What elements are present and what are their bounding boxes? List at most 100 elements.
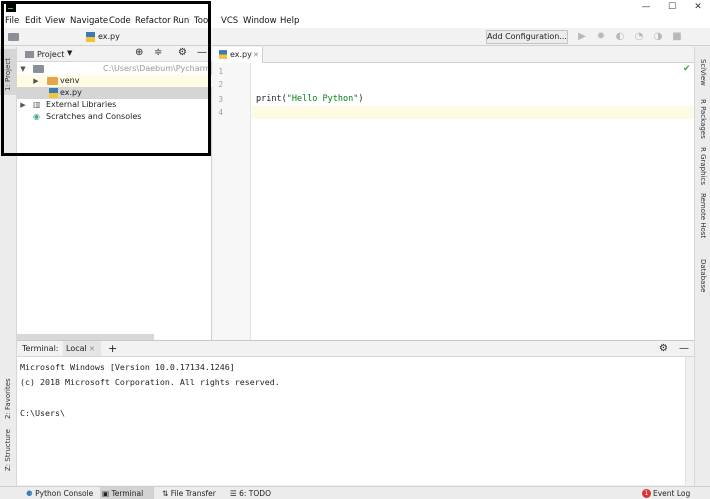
project-view-selector[interactable]: Project [37,49,64,60]
terminal-tab-local[interactable]: Local ✕ [63,341,101,356]
tab-label: ex.py [230,50,252,59]
tool-window-remote-host[interactable]: Remote Host [699,193,707,238]
menu-code[interactable]: Code [109,14,131,28]
breadcrumb-file[interactable]: ex.py [98,31,120,43]
tool-label: Event Log [653,489,691,498]
hide-icon[interactable]: — [197,47,207,58]
folder-icon[interactable] [8,33,19,41]
profile-icon[interactable]: ◔ [633,31,645,43]
tool-window-project-label: 1: Project [4,58,12,91]
tool-window-favorites[interactable]: 2: Favorites [4,378,12,419]
menu-navigate[interactable]: Navigate [70,14,108,28]
tab-ex-py[interactable]: ex.py ✕ [213,47,263,63]
stop-icon[interactable]: ■ [671,31,683,43]
tool-window-project[interactable]: 1: Project [0,49,16,95]
line-number: 4 [218,108,223,117]
add-configuration-button[interactable]: Add Configuration... [486,30,568,44]
tree-row-root[interactable]: ▼ C:\Users\Daebum\Pycharm [17,63,212,75]
collapse-icon[interactable]: ≑ [154,47,162,58]
hide-icon[interactable]: — [679,341,689,356]
transfer-icon: ⇅ [162,489,169,498]
terminal-header: Terminal: Local ✕ + ⚙ — [17,340,694,357]
pycharm-logo-icon [6,2,16,12]
code-paren: ) [358,94,364,104]
project-icon [25,51,34,58]
menu-run[interactable]: Run [173,14,189,28]
project-panel: Project ▼ ⊕ ≑ ⚙ — ▼ C:\Users\Daebum\Pych… [17,47,212,340]
project-root-path: C:\Users\Daebum\Pycharm [103,64,211,73]
gear-icon[interactable]: ⚙ [659,341,668,356]
tool-window-r-packages[interactable]: R Packages [699,99,707,139]
code-editor[interactable]: 1 2 3 4 print("Hello Python") ✔ [213,63,694,340]
terminal-prompt: C:\Users\ [20,408,65,418]
tree-row-venv[interactable]: ▶ venv [17,75,212,87]
editor-tab-bar: ex.py ✕ [213,47,694,63]
python-file-icon [49,88,58,98]
close-tab-icon[interactable]: ✕ [253,49,259,61]
menu-help[interactable]: Help [280,14,299,28]
tool-window-structure[interactable]: Z: Structure [4,429,12,471]
code-line: print("Hello Python") [256,93,364,105]
close-tab-icon[interactable]: ✕ [89,343,95,355]
menu-bar: File Edit View Navigate Code Refactor Ru… [0,14,710,28]
chevron-down-icon[interactable]: ▼ [19,63,27,75]
right-tool-strip: SciView R Packages R Graphics Remote Hos… [694,47,710,486]
tool-label: Terminal [111,489,144,498]
run-icon[interactable]: ▶ [576,31,588,43]
folder-icon [33,65,44,73]
concurrency-icon[interactable]: ◑ [652,31,664,43]
tree-item-label: venv [60,76,80,85]
terminal-line: (c) 2018 Microsoft Corporation. All righ… [20,377,280,387]
menu-refactor[interactable]: Refactor [135,14,171,28]
project-panel-header: Project ▼ ⊕ ≑ ⚙ — [17,47,212,62]
menu-vcs[interactable]: VCS [221,14,238,28]
tool-window-database[interactable]: Database [699,259,707,292]
terminal-output[interactable]: Microsoft Windows [Version 10.0.17134.12… [17,357,685,485]
tool-label: 6: TODO [239,489,271,498]
code-function: print( [256,94,287,104]
terminal-scrollbar[interactable] [685,357,694,485]
terminal-icon: ▣ [102,489,110,498]
tool-todo[interactable]: ☰ 6: TODO [228,487,274,499]
library-icon: ▥ [33,100,41,109]
new-terminal-icon[interactable]: + [108,341,117,356]
line-number: 3 [218,95,223,104]
tree-row-external-libraries[interactable]: ▶ ▥ External Libraries [17,99,212,111]
maximize-button[interactable]: ☐ [660,0,684,14]
tool-window-sciview[interactable]: SciView [699,59,707,86]
menu-view[interactable]: View [45,14,65,28]
left-tool-strip: 1: Project 2: Favorites Z: Structure [0,47,17,486]
debug-icon[interactable]: ✹ [595,31,607,43]
python-file-icon [219,50,227,59]
inspection-ok-icon[interactable]: ✔ [683,64,691,74]
tool-window-r-graphics[interactable]: R Graphics [699,147,707,185]
tool-file-transfer[interactable]: ⇅ File Transfer [160,487,222,499]
title-bar: — ☐ ✕ [0,0,710,14]
menu-window[interactable]: Window [243,14,277,28]
minimize-button[interactable]: — [634,0,658,14]
tool-python-console[interactable]: ⚈ Python Console [24,487,98,499]
tree-row-scratches[interactable]: ◉ Scratches and Consoles [17,111,212,123]
tool-label: File Transfer [170,489,216,498]
chevron-right-icon[interactable]: ▶ [32,75,40,87]
tree-item-label: External Libraries [46,100,117,109]
tree-item-label: ex.py [60,88,82,97]
locate-icon[interactable]: ⊕ [135,47,143,58]
event-count-badge: 1 [642,489,651,498]
tree-row-expy[interactable]: ex.py [17,87,212,99]
line-number: 1 [218,67,223,76]
tool-label: Python Console [35,489,94,498]
menu-file[interactable]: File [5,14,19,28]
current-line-highlight [251,106,694,119]
close-button[interactable]: ✕ [686,0,710,14]
gear-icon[interactable]: ⚙ [178,47,187,58]
menu-edit[interactable]: Edit [25,14,41,28]
event-log[interactable]: 1 Event Log [641,487,697,499]
chevron-right-icon[interactable]: ▶ [19,99,27,111]
menu-tools[interactable]: Tools [194,14,209,28]
line-number-gutter: 1 2 3 4 [213,63,251,340]
tool-terminal[interactable]: ▣ Terminal [100,487,154,499]
code-string: "Hello Python" [286,94,359,104]
chevron-down-icon[interactable]: ▼ [67,49,72,57]
run-coverage-icon[interactable]: ◐ [614,31,626,43]
